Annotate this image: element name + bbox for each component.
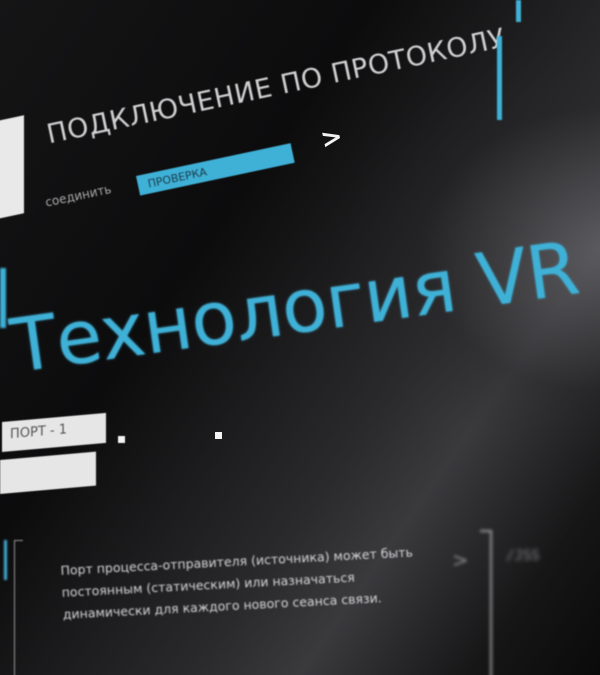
- description-bracket-right: [480, 530, 492, 675]
- description-arrow-icon[interactable]: >: [452, 548, 469, 572]
- description-section: Порт процесса-отправителя (источника) мо…: [0, 0, 600, 675]
- description-text: Порт процесса-отправителя (источника) мо…: [60, 544, 414, 622]
- description-bracket-left: [14, 540, 23, 675]
- side-code-label: /JSS: [506, 548, 540, 564]
- description-accent-bar: [4, 540, 7, 580]
- screen: ПОДКЛЮЧЕНИЕ ПО ПРОТОКОЛУ соединить ПРОВЕ…: [0, 0, 600, 675]
